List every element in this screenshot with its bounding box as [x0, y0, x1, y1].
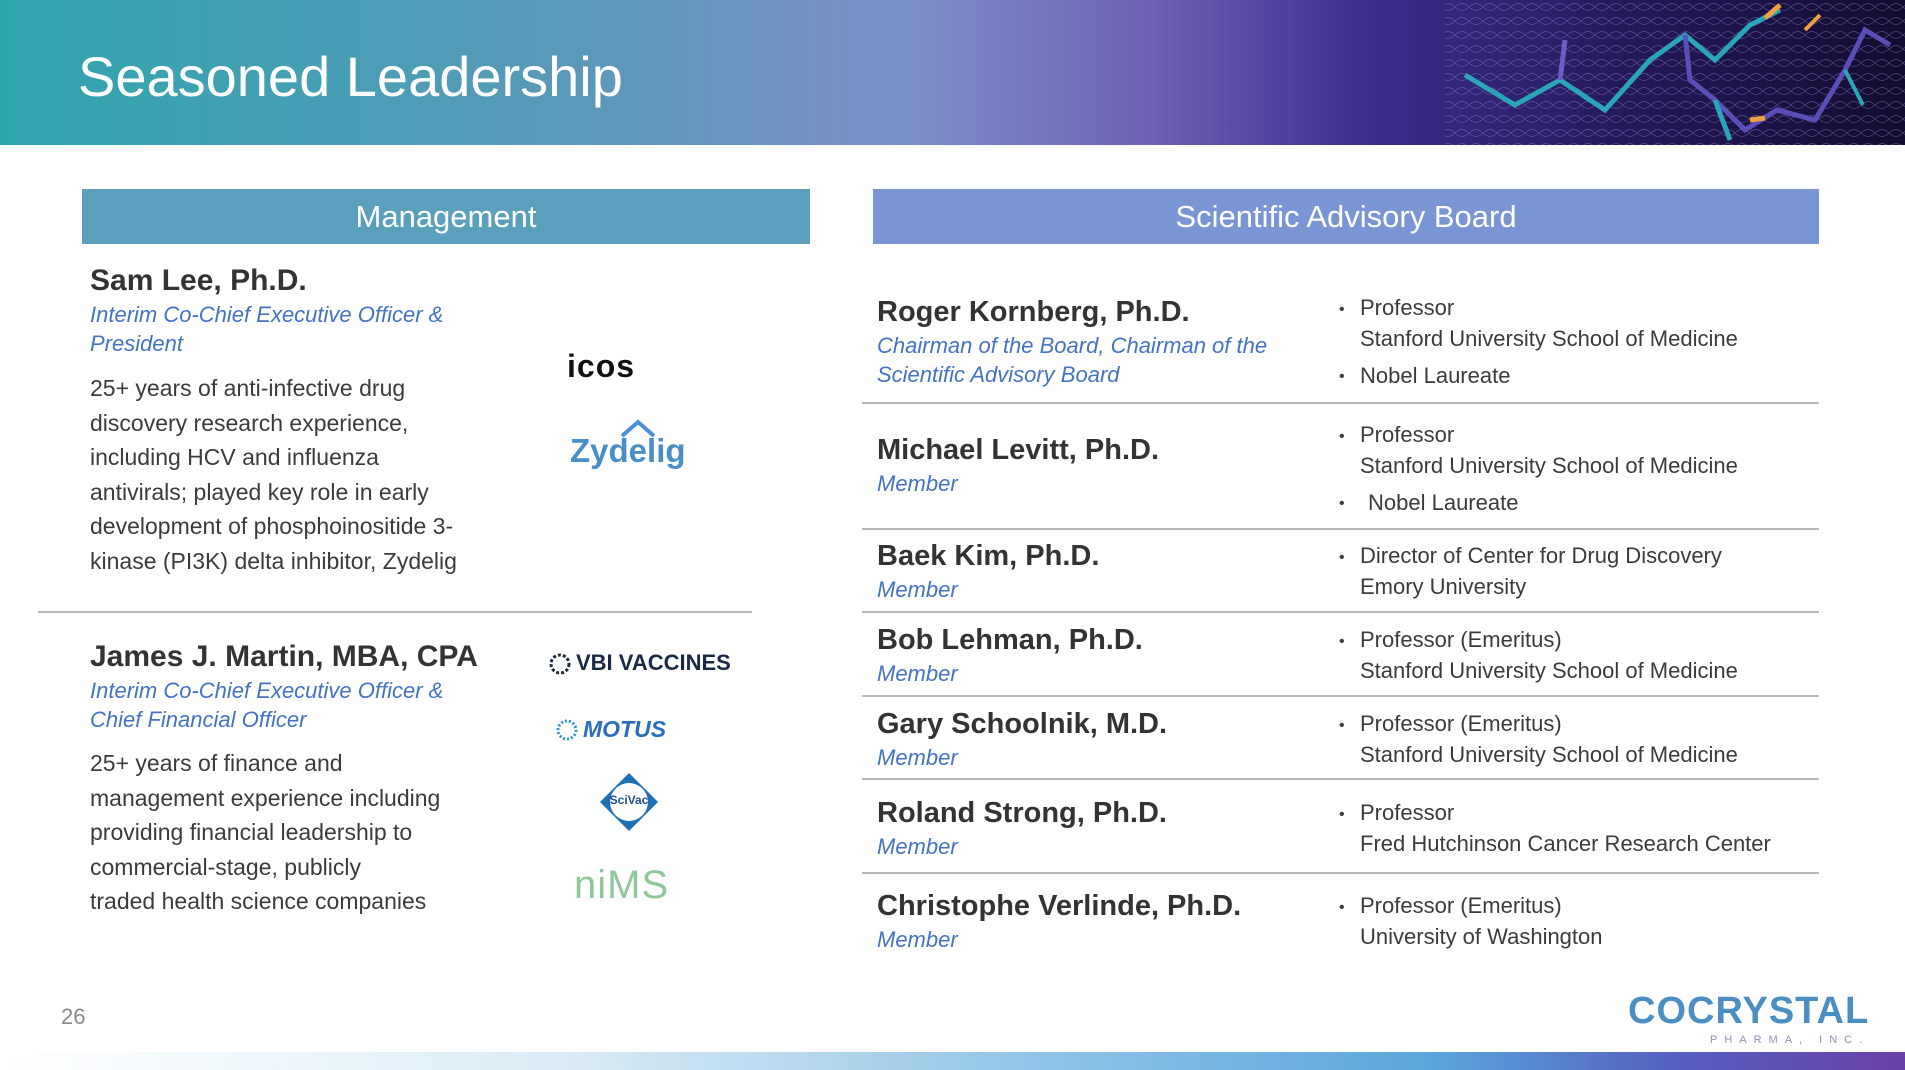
management-header: Management	[82, 189, 810, 244]
role-line: Interim Co-Chief Executive Officer &	[90, 302, 444, 327]
detail-text: Professor (Emeritus)	[1360, 627, 1562, 652]
bullet-icon: •	[1339, 495, 1345, 513]
sab-member-row: Christophe Verlinde, Ph.D. Member • Profe…	[862, 874, 1819, 964]
logo-text: Zydelig	[570, 432, 686, 469]
bio-line: including HCV and influenza	[90, 444, 379, 470]
member-name: Roger Kornberg, Ph.D.	[877, 296, 1190, 328]
detail-text: Stanford University School of Medicine	[1360, 741, 1738, 767]
nims-logo: niMS	[574, 863, 670, 907]
role-line: Scientific Advisory Board	[877, 362, 1120, 387]
member-role: Member	[877, 927, 958, 952]
detail-text: Nobel Laureate	[1368, 489, 1519, 515]
bullet-icon: •	[1339, 427, 1345, 445]
detail-text: Professor (Emeritus)	[1360, 711, 1562, 736]
member-role: Member	[877, 661, 958, 686]
detail-text: Professor	[1360, 800, 1455, 825]
detail-text: Professor	[1360, 295, 1455, 320]
role-line: Interim Co-Chief Executive Officer &	[90, 678, 444, 703]
icos-logo: icos	[567, 348, 636, 384]
detail-text: Stanford University School of Medicine	[1360, 452, 1738, 478]
role-line: Chairman of the Board, Chairman of the	[877, 333, 1268, 358]
bio-line: providing financial leadership to	[90, 819, 413, 845]
bio-line: management experience including	[90, 784, 441, 811]
bullet-icon: •	[1339, 300, 1345, 318]
member-role: Member	[877, 577, 958, 602]
role-line: President	[90, 331, 183, 356]
molecule-graphic	[1445, 0, 1905, 145]
detail-text: Director of Center for Drug Discovery	[1360, 543, 1722, 568]
ring-icon	[556, 719, 578, 741]
detail-text: Professor (Emeritus)	[1360, 893, 1562, 918]
person-role: Interim Co-Chief Executive Officer & Pre…	[90, 300, 510, 358]
member-details: • Director of Center for Drug Discovery E…	[1339, 541, 1809, 601]
bio-line: development of phosphoinositide 3-	[90, 513, 454, 539]
footer-band	[0, 1052, 1905, 1070]
title-banner: Seasoned Leadership	[0, 0, 1905, 145]
scivac-logo: SciVac	[598, 771, 660, 833]
member-details: • Professor (Emeritus) University of Wash…	[1339, 891, 1809, 951]
detail-text: Stanford University School of Medicine	[1360, 325, 1738, 351]
member-name: Bob Lehman, Ph.D.	[877, 624, 1143, 656]
bullet-icon: •	[1339, 716, 1345, 734]
logo-text: SciVac	[609, 793, 649, 807]
cocrystal-logo: COCRYSTAL PHARMA, INC.	[1628, 990, 1868, 1050]
detail-text: Emory University	[1360, 573, 1527, 599]
sab-member-row: Roland Strong, Ph.D. Member • Professor F…	[862, 780, 1819, 874]
brand-name: COCRYSTAL	[1628, 990, 1870, 1032]
person-name: James J. Martin, MBA, CPA	[90, 640, 478, 673]
member-role: Member	[877, 834, 958, 859]
person-bio: 25+ years of anti-infective drug discove…	[90, 371, 510, 578]
member-name: Christophe Verlinde, Ph.D.	[877, 890, 1242, 922]
divider	[38, 611, 752, 613]
bio-line: discovery research experience,	[90, 409, 409, 436]
person-bio: 25+ years of finance and management expe…	[90, 746, 510, 919]
sab-member-row: Gary Schoolnik, M.D. Member • Professor (…	[862, 697, 1819, 780]
member-details: • Professor (Emeritus) Stanford Universit…	[1339, 625, 1809, 685]
member-name: Roland Strong, Ph.D.	[877, 797, 1167, 829]
ring-icon	[549, 653, 571, 675]
bullet-icon: •	[1339, 548, 1345, 566]
bullet-icon: •	[1339, 898, 1345, 916]
page-title: Seasoned Leadership	[78, 45, 623, 108]
sab-member-row: Baek Kim, Ph.D. Member • Director of Cent…	[862, 530, 1819, 613]
detail-text: Fred Hutchinson Cancer Research Center	[1360, 830, 1771, 856]
member-name: Michael Levitt, Ph.D.	[877, 434, 1159, 466]
role-line: Chief Financial Officer	[90, 707, 307, 732]
bullet-icon: •	[1339, 805, 1345, 823]
detail-text: University of Washington	[1360, 923, 1603, 949]
sab-header: Scientific Advisory Board	[873, 189, 1819, 244]
member-details: • Professor Fred Hutchinson Cancer Resear…	[1339, 798, 1809, 858]
person-role: Interim Co-Chief Executive Officer & Chi…	[90, 676, 510, 734]
member-details: • Professor (Emeritus) Stanford Universit…	[1339, 709, 1809, 769]
bio-line: 25+ years of finance and	[90, 750, 343, 776]
sab-member-row: Roger Kornberg, Ph.D. Chairman of the Bo…	[862, 275, 1819, 404]
detail-text: Stanford University School of Medicine	[1360, 657, 1738, 683]
bullet-icon: •	[1339, 368, 1345, 386]
detail-text: Professor	[1360, 422, 1455, 447]
brand-tagline: PHARMA, INC.	[1710, 1034, 1870, 1046]
member-role: Chairman of the Board, Chairman of the S…	[877, 331, 1337, 389]
logo-text: VBI VACCINES	[576, 650, 731, 675]
member-role: Member	[877, 471, 958, 496]
logo-text: MOTUS	[583, 716, 667, 742]
bio-line: 25+ years of anti-infective drug	[90, 375, 406, 401]
member-name: Gary Schoolnik, M.D.	[877, 708, 1168, 740]
member-details: • Professor Stanford University School of…	[1339, 293, 1809, 391]
page-number: 26	[61, 1004, 86, 1029]
bio-line: commercial-stage, publicly	[90, 853, 361, 880]
member-role: Member	[877, 745, 958, 770]
sab-member-row: Bob Lehman, Ph.D. Member • Professor (Eme…	[862, 613, 1819, 697]
sab-member-row: Michael Levitt, Ph.D. Member • Professor …	[862, 404, 1819, 530]
detail-text: Nobel Laureate	[1360, 362, 1511, 388]
member-details: • Professor Stanford University School of…	[1339, 420, 1809, 518]
person-name: Sam Lee, Ph.D.	[90, 264, 307, 297]
bio-line: kinase (PI3K) delta inhibitor, Zydelig	[90, 547, 457, 574]
bio-line: traded health science companies	[90, 888, 427, 914]
bullet-icon: •	[1339, 632, 1345, 650]
bio-line: antivirals; played key role in early	[90, 478, 429, 505]
member-name: Baek Kim, Ph.D.	[877, 540, 1100, 572]
